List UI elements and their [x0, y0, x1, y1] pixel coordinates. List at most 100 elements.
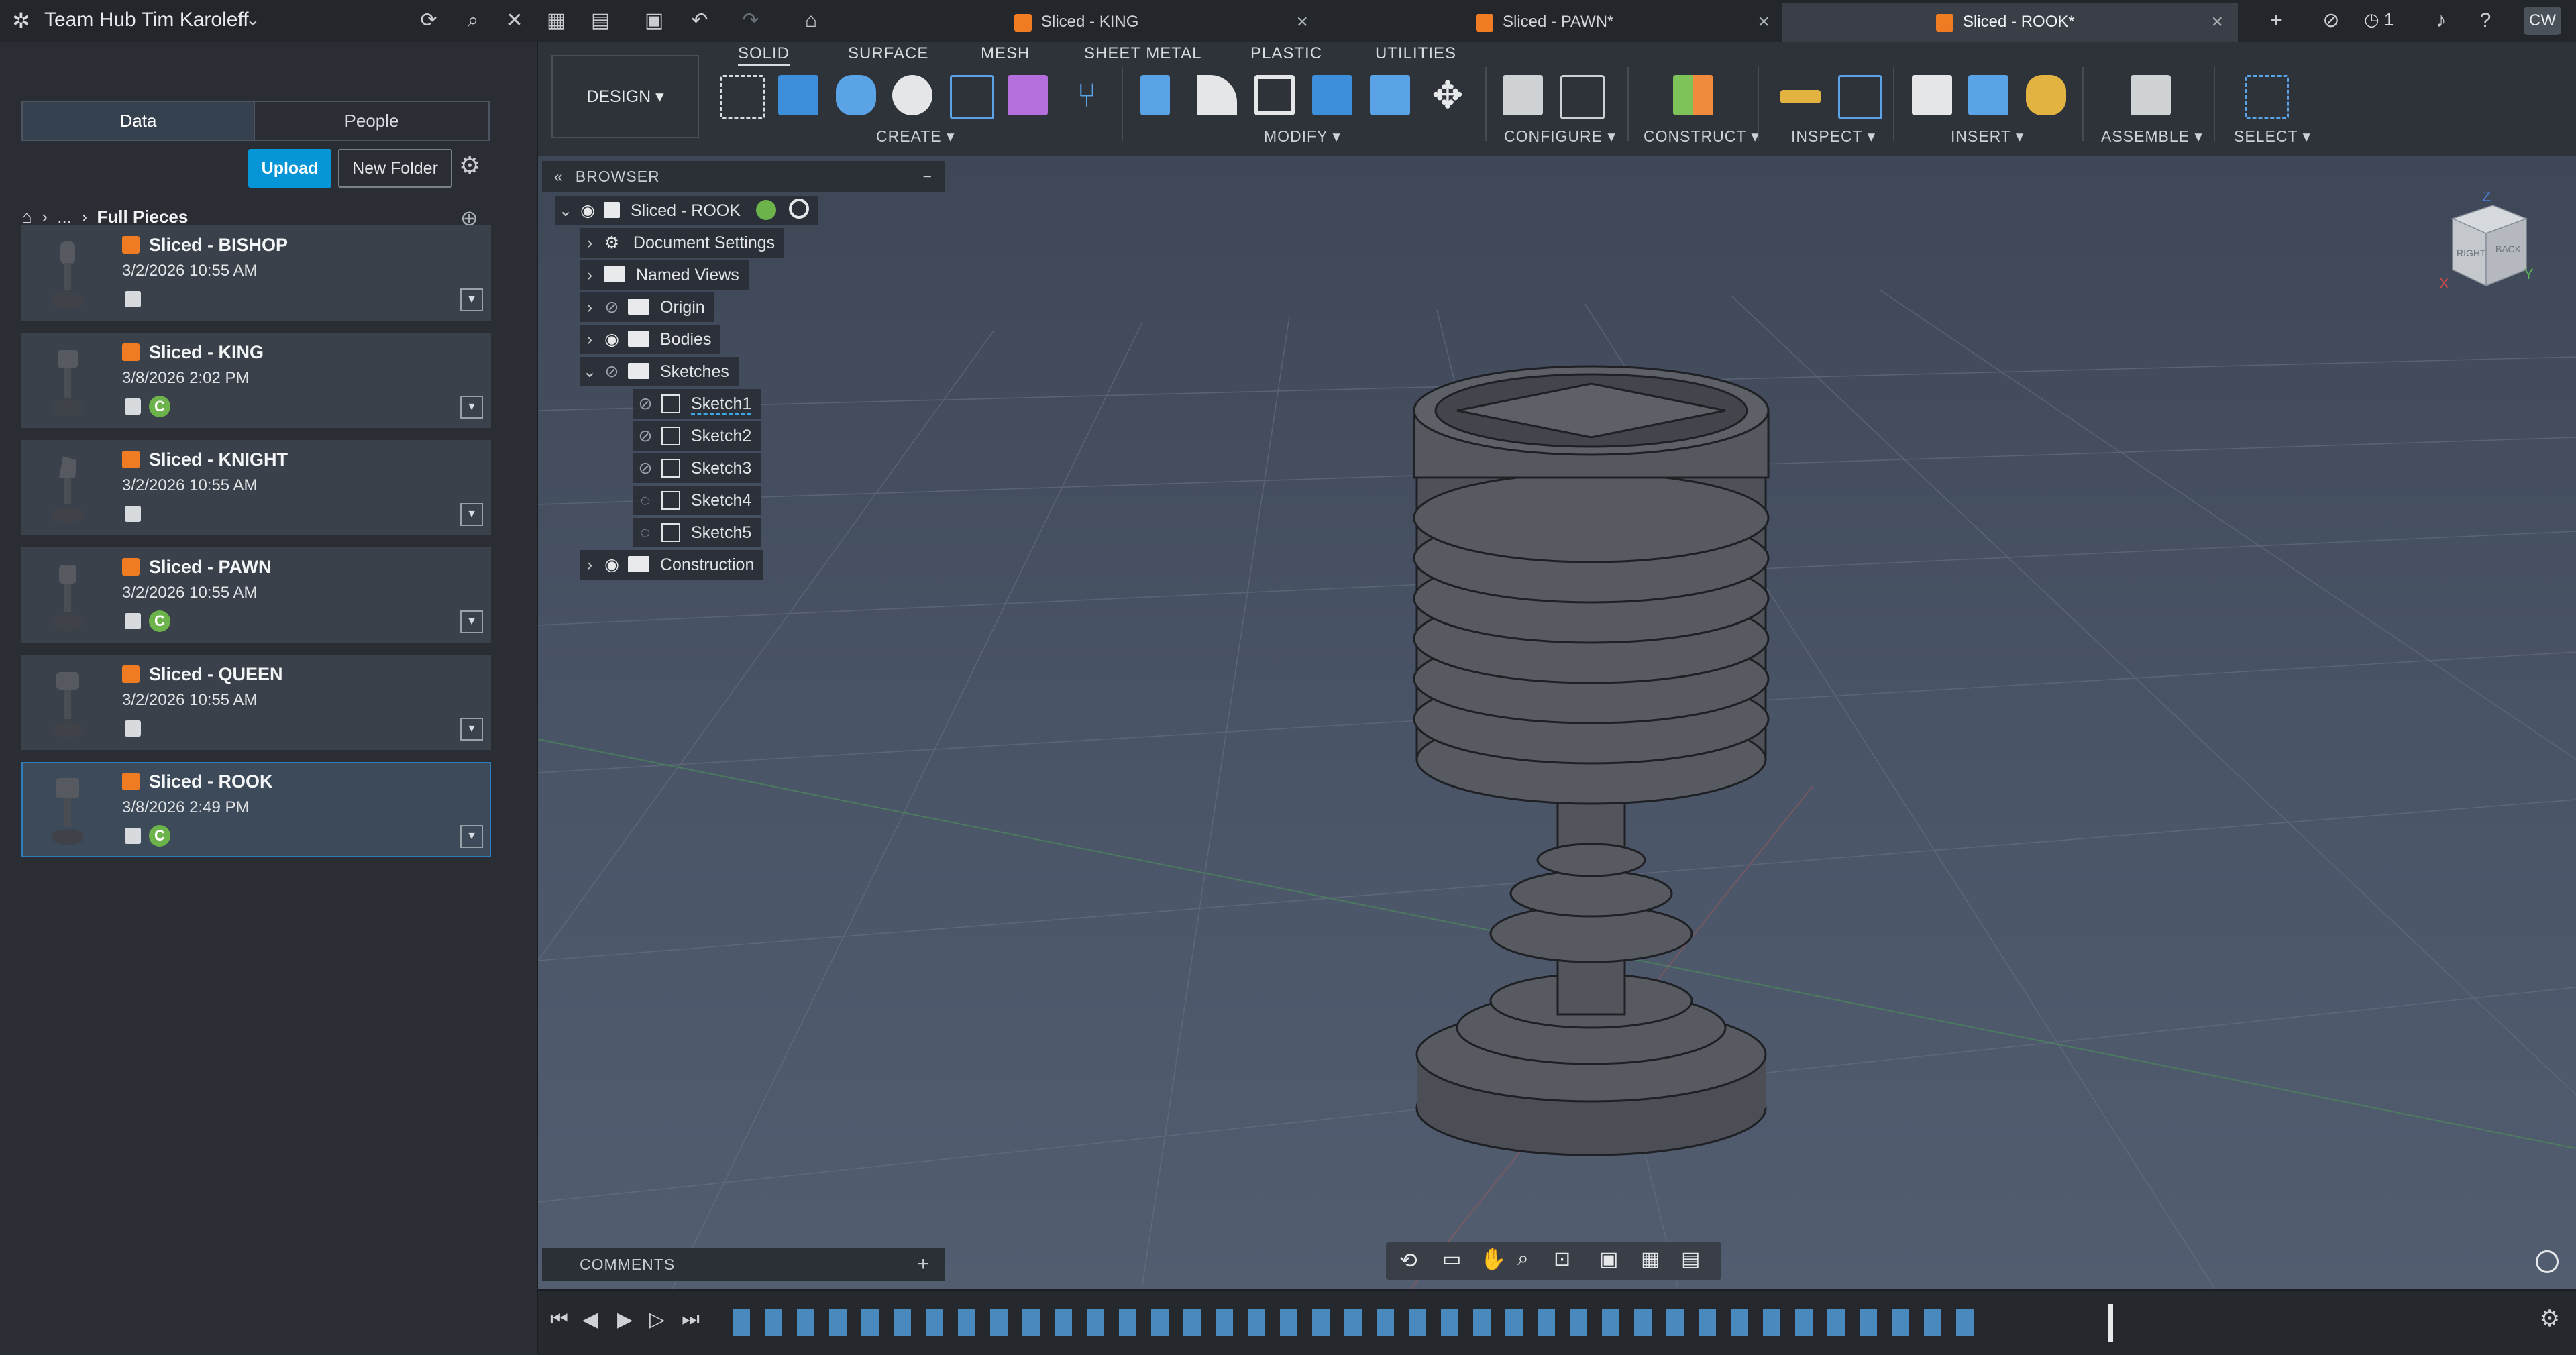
tab-solid[interactable]: SOLID	[738, 44, 790, 66]
move-icon[interactable]: ✥	[1428, 75, 1468, 115]
go-to-start-icon[interactable]: ⏮	[550, 1308, 568, 1331]
redo-icon[interactable]: ↷	[738, 8, 763, 34]
group-create[interactable]: CREATE ▾	[876, 127, 955, 146]
eye-hidden-icon[interactable]: ⊘	[633, 421, 657, 451]
group-inspect[interactable]: INSPECT ▾	[1791, 127, 1876, 146]
eye-hidden-icon[interactable]: ◌	[633, 518, 657, 547]
close-panel-icon[interactable]: ✕	[502, 8, 527, 34]
pattern-icon[interactable]	[950, 75, 994, 119]
tree-construction[interactable]: › ◉ Construction	[580, 550, 764, 580]
chevron-down-icon[interactable]: ⌄	[555, 196, 576, 225]
eye-icon[interactable]: ◉	[600, 325, 624, 354]
tree-document-settings[interactable]: › ⚙ Document Settings	[580, 228, 785, 258]
add-comment-icon[interactable]: +	[917, 1248, 930, 1281]
file-menu-icon[interactable]: ▤	[588, 8, 613, 34]
tab-surface[interactable]: SURFACE	[848, 44, 928, 63]
step-back-icon[interactable]: ◀	[582, 1308, 598, 1332]
file-card-queen[interactable]: Sliced - QUEEN 3/2/2026 10:55 AM ▼	[21, 655, 491, 750]
tree-sketch3[interactable]: ⊘ Sketch3	[633, 453, 761, 483]
tab-plastic[interactable]: PLASTIC	[1250, 44, 1322, 63]
search-icon[interactable]: ⌕	[460, 8, 486, 34]
chevron-right-icon[interactable]: ›	[580, 325, 600, 354]
zoom-icon[interactable]: ⌕	[1517, 1248, 1529, 1270]
hub-title[interactable]: Team Hub Tim Karoleff	[44, 5, 249, 35]
tab-utilities[interactable]: UTILITIES	[1375, 44, 1456, 63]
fit-icon[interactable]: ⊡	[1554, 1248, 1570, 1271]
gear-icon[interactable]: ⚙	[459, 152, 480, 180]
table-icon[interactable]	[1560, 75, 1605, 119]
eye-hidden-icon[interactable]: ⊘	[633, 389, 657, 419]
help-icon[interactable]: ?	[2473, 8, 2498, 34]
job-status[interactable]: ◷ 1	[2364, 9, 2394, 30]
card-dropdown[interactable]: ▼	[460, 288, 483, 311]
eye-hidden-icon[interactable]: ⊘	[600, 292, 624, 322]
timeline-marker[interactable]	[2108, 1304, 2113, 1342]
eye-hidden-icon[interactable]: ⊘	[600, 357, 624, 386]
insert-image-icon[interactable]	[1968, 75, 2008, 115]
save-icon[interactable]: ▣	[641, 8, 667, 34]
home-icon[interactable]: ⌂	[21, 207, 32, 227]
card-dropdown[interactable]: ▼	[460, 396, 483, 419]
eye-hidden-icon[interactable]: ⊘	[633, 453, 657, 483]
tree-sketches[interactable]: ⌄ ⊘ Sketches	[580, 357, 739, 386]
step-forward-icon[interactable]: ▷	[649, 1308, 665, 1332]
team-hub-icon[interactable]: ✲	[12, 8, 30, 34]
refresh-icon[interactable]: ⟳	[416, 8, 441, 34]
file-card-bishop[interactable]: Sliced - BISHOP 3/2/2026 10:55 AM ▼	[21, 225, 491, 321]
eye-icon[interactable]: ◉	[600, 550, 624, 580]
bell-icon[interactable]: ♪	[2428, 8, 2454, 34]
form-icon[interactable]	[1008, 75, 1048, 115]
tab-sliced-pawn[interactable]: Sliced - PAWN* ×	[1468, 3, 1784, 42]
tab-mesh[interactable]: MESH	[981, 44, 1030, 63]
file-card-pawn[interactable]: Sliced - PAWN 3/2/2026 10:55 AM C ▼	[21, 547, 491, 643]
new-tab-icon[interactable]: +	[2263, 8, 2289, 34]
tab-sliced-rook[interactable]: Sliced - ROOK* ×	[1782, 3, 2238, 42]
group-select[interactable]: SELECT ▾	[2234, 127, 2311, 146]
tree-named-views[interactable]: › Named Views	[580, 260, 749, 290]
viewcube[interactable]: RIGHT BACK Z X Y	[2439, 192, 2533, 292]
tab-sheet-metal[interactable]: SHEET METAL	[1084, 44, 1201, 63]
group-assemble[interactable]: ASSEMBLE ▾	[2101, 127, 2203, 146]
group-insert[interactable]: INSERT ▾	[1951, 127, 2024, 146]
select-icon[interactable]	[2245, 75, 2289, 119]
create-sketch-icon[interactable]	[720, 75, 765, 119]
split-body-icon[interactable]	[1370, 75, 1410, 115]
section-analysis-icon[interactable]	[1838, 75, 1882, 119]
tree-sketch5[interactable]: ◌ Sketch5	[633, 518, 761, 547]
chevron-right-icon[interactable]: ›	[580, 260, 600, 290]
timeline-features[interactable]	[733, 1309, 1980, 1336]
card-dropdown[interactable]: ▼	[460, 718, 483, 741]
combine-icon[interactable]	[1312, 75, 1352, 115]
tab-data[interactable]: Data	[21, 101, 255, 141]
chevron-right-icon[interactable]: ›	[580, 550, 600, 580]
pan-icon[interactable]: ✋	[1480, 1246, 1507, 1272]
chevron-right-icon[interactable]: ›	[580, 228, 600, 258]
go-to-end-icon[interactable]: ⏭	[682, 1308, 700, 1331]
tab-people[interactable]: People	[254, 101, 490, 141]
home-icon[interactable]: ⌂	[798, 8, 824, 34]
file-card-king[interactable]: Sliced - KING 3/8/2026 2:02 PM C ▼	[21, 333, 491, 428]
workspace-switcher[interactable]: DESIGN ▾	[551, 55, 699, 138]
new-folder-button[interactable]: New Folder	[338, 149, 452, 188]
orbit-icon[interactable]: ⟲	[1399, 1248, 1417, 1273]
group-configure[interactable]: CONFIGURE ▾	[1504, 127, 1616, 146]
close-tab-icon[interactable]: ×	[1758, 3, 1770, 42]
insert-derive-icon[interactable]	[1912, 75, 1952, 115]
undo-icon[interactable]: ↶	[687, 8, 712, 34]
press-pull-icon[interactable]	[1140, 75, 1170, 115]
close-tab-icon[interactable]: ×	[1296, 3, 1308, 42]
app-grid-icon[interactable]: ▦	[543, 8, 569, 34]
hole-icon[interactable]	[892, 75, 932, 115]
browser-header[interactable]: «BROWSER −	[542, 161, 945, 192]
measure-icon[interactable]	[1780, 90, 1821, 103]
view-settings-icon[interactable]	[2536, 1250, 2559, 1273]
tree-bodies[interactable]: › ◉ Bodies	[580, 325, 721, 354]
breadcrumb-ellipsis[interactable]: ...	[57, 207, 72, 227]
derive-icon[interactable]: ⑂	[1067, 75, 1107, 115]
offset-plane-icon[interactable]	[1673, 75, 1713, 115]
eye-icon[interactable]: ◉	[576, 196, 600, 225]
tab-sliced-king[interactable]: Sliced - KING ×	[1006, 3, 1323, 42]
tree-root[interactable]: ⌄ ◉ Sliced - ROOK	[555, 196, 818, 225]
upload-button[interactable]: Upload	[248, 149, 331, 188]
eye-hidden-icon[interactable]: ◌	[633, 486, 657, 515]
